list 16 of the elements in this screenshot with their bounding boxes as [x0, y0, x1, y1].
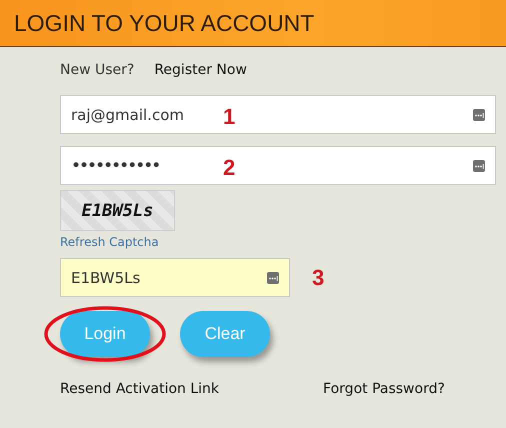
annotation-number: 3	[312, 264, 324, 290]
new-user-label: New User?	[60, 62, 134, 78]
password-field[interactable]: ••••••••••• 2	[60, 146, 496, 185]
annotation-number: 1	[223, 104, 236, 130]
annotation-number: 2	[223, 155, 236, 181]
page-title: LOGIN TO YOUR ACCOUNT	[13, 9, 314, 37]
text-link[interactable]: Forgot Password?	[323, 381, 445, 397]
refresh-captcha-link[interactable]: Refresh Captcha	[60, 235, 159, 249]
captcha-image: E1BW5Ls	[60, 190, 175, 231]
password-manager-icon[interactable]	[473, 160, 485, 172]
email-field[interactable]: raj@gmail.com 1	[60, 95, 496, 134]
password-manager-icon[interactable]	[473, 108, 485, 120]
register-link[interactable]: Register Now	[154, 62, 247, 78]
password-manager-icon[interactable]	[267, 272, 279, 284]
captcha-field[interactable]: E1BW5Ls	[60, 258, 290, 297]
text-link[interactable]: Resend Activation Link	[60, 381, 220, 397]
